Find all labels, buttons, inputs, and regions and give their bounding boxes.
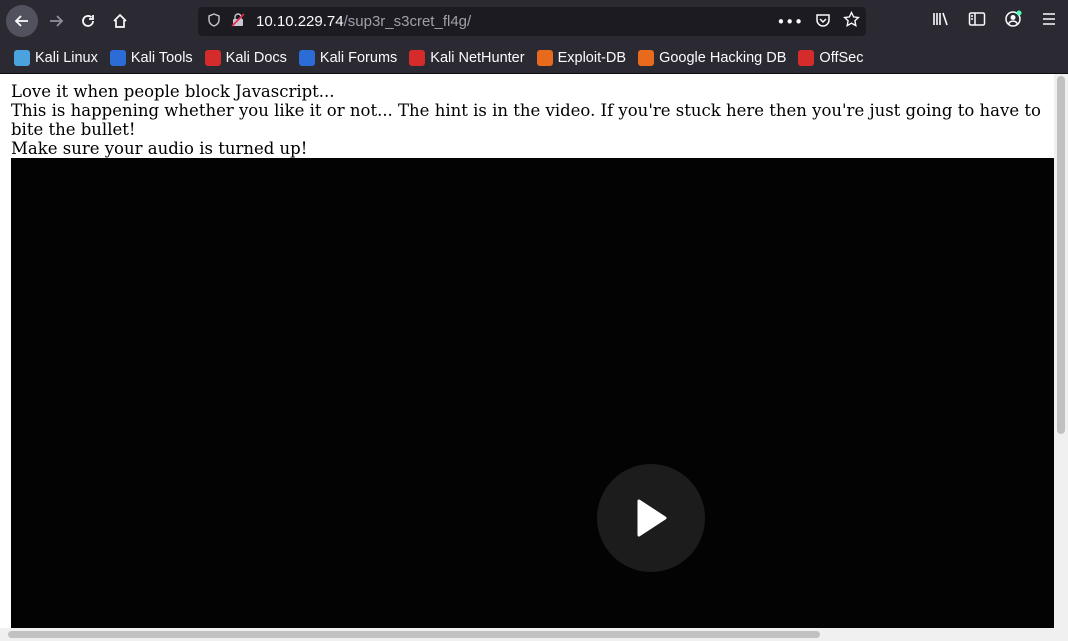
bookmark-label: Kali NetHunter (430, 49, 525, 66)
menu-icon[interactable] (1038, 11, 1060, 31)
page-actions-icon[interactable]: ••• (776, 13, 803, 31)
kali-dragon-icon (14, 49, 30, 66)
bookmark-google-hacking-db[interactable]: Google Hacking DB (638, 49, 787, 66)
page-text-line2: This is happening whether you like it or… (11, 101, 1041, 139)
arrow-left-icon (14, 15, 28, 27)
video-player[interactable] (11, 158, 1054, 628)
page-text-line1: Love it when people block Javascript... (11, 82, 335, 101)
forward-button[interactable] (40, 5, 72, 37)
horizontal-scrollbar-thumb[interactable] (8, 631, 820, 638)
bookmarks-toolbar: Kali Linux Kali Tools Kali Docs Kali Forums… (0, 42, 1068, 74)
vertical-scrollbar[interactable] (1054, 74, 1068, 628)
kali-tools-icon (109, 49, 126, 66)
url-path: /sup3r_s3cret_fl4g/ (343, 13, 472, 30)
bookmark-kali-tools[interactable]: Kali Tools (109, 49, 193, 66)
arrow-right-icon (50, 15, 64, 27)
sidebar-icon[interactable] (966, 11, 988, 31)
url-text[interactable]: 10.10.229.74/sup3r_s3cret_fl4g/ (256, 13, 471, 30)
bookmark-label: Kali Docs (225, 49, 287, 66)
reload-icon (82, 15, 94, 27)
bookmark-label: Kali Linux (35, 49, 98, 66)
vertical-scrollbar-thumb[interactable] (1057, 76, 1065, 434)
play-button[interactable] (597, 464, 705, 572)
bookmark-label: Google Hacking DB (659, 49, 787, 66)
horizontal-scrollbar[interactable] (0, 628, 1068, 641)
url-bar[interactable]: 10.10.229.74/sup3r_s3cret_fl4g/ ••• (198, 7, 866, 36)
bookmark-kali-docs[interactable]: Kali Docs (204, 49, 287, 66)
play-icon (637, 499, 667, 537)
bookmark-label: OffSec (819, 49, 864, 66)
bookmark-kali-linux[interactable]: Kali Linux (14, 49, 98, 66)
library-icon[interactable] (930, 11, 952, 31)
back-button[interactable] (6, 5, 38, 37)
bookmark-label: Exploit-DB (557, 49, 627, 66)
reload-button[interactable] (72, 5, 104, 37)
ghdb-icon (638, 49, 655, 66)
browser-toolbar: 10.10.229.74/sup3r_s3cret_fl4g/ ••• (0, 0, 1068, 42)
insecure-lock-icon[interactable] (230, 12, 246, 31)
kali-forums-icon (298, 49, 315, 66)
bookmark-exploit-db[interactable]: Exploit-DB (536, 49, 627, 66)
nethunter-icon (409, 49, 426, 66)
account-icon[interactable] (1002, 10, 1024, 32)
url-host: 10.10.229.74 (256, 13, 344, 30)
home-button[interactable] (104, 5, 136, 37)
home-icon (113, 13, 127, 28)
bookmark-kali-forums[interactable]: Kali Forums (298, 49, 398, 66)
shield-icon[interactable] (206, 12, 222, 31)
page-text-line3: Make sure your audio is turned up! (11, 139, 308, 158)
bookmark-offsec[interactable]: OffSec (798, 49, 864, 66)
exploit-db-icon (536, 49, 553, 66)
bookmark-kali-nethunter[interactable]: Kali NetHunter (409, 49, 525, 66)
kali-docs-icon (204, 49, 221, 66)
bookmark-star-icon[interactable] (843, 10, 860, 32)
page-content: Love it when people block Javascript... … (0, 74, 1054, 628)
bookmark-label: Kali Tools (130, 49, 193, 66)
bookmark-label: Kali Forums (319, 49, 398, 66)
pocket-icon[interactable] (815, 12, 831, 32)
offsec-icon (798, 49, 815, 66)
